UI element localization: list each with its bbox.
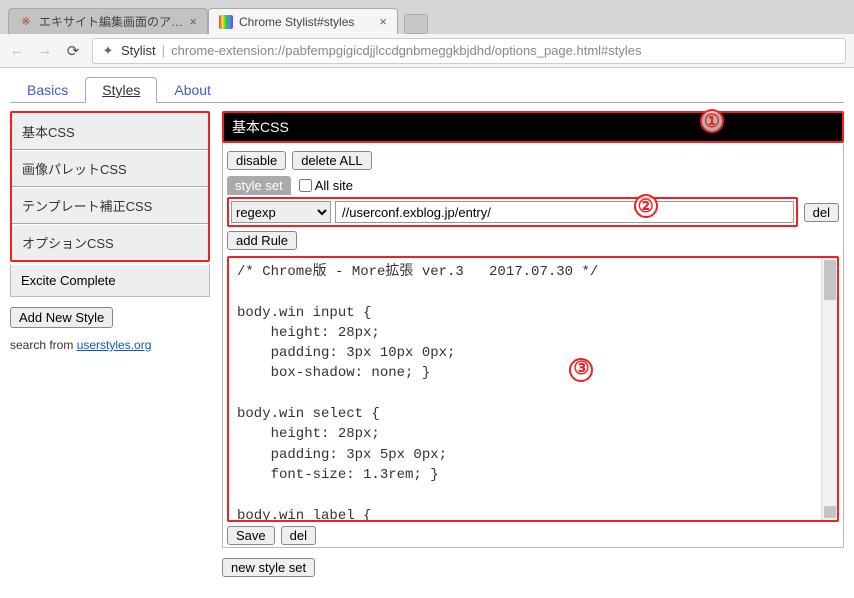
sidebar-item-1[interactable]: 画像パレットCSS: [12, 150, 208, 187]
sidebar-item-2[interactable]: テンプレート補正CSS: [12, 187, 208, 224]
nav-bar: ← → ⟳ ✦ Stylist | chrome-extension://pab…: [0, 34, 854, 68]
all-site-checkbox[interactable]: [299, 179, 312, 192]
forward-icon[interactable]: →: [36, 42, 54, 60]
editor-panel: 基本CSS ① disable delete ALL style set All…: [222, 111, 844, 577]
del-button[interactable]: del: [281, 526, 316, 545]
search-prefix: search from: [10, 338, 77, 352]
userstyles-link[interactable]: userstyles.org: [77, 338, 152, 352]
sidebar: 基本CSS 画像パレットCSS テンプレート補正CSS オプションCSS Exc…: [10, 111, 210, 577]
rule-input[interactable]: [335, 201, 794, 223]
close-icon[interactable]: ×: [379, 14, 387, 29]
rule-type-select[interactable]: regexp: [231, 201, 331, 223]
all-site-label: All site: [315, 178, 353, 193]
new-style-set-button[interactable]: new style set: [222, 558, 315, 577]
save-button[interactable]: Save: [227, 526, 275, 545]
disable-button[interactable]: disable: [227, 151, 286, 170]
code-text: /* Chrome版 - More拡張 ver.3 2017.07.30 */ …: [237, 264, 598, 522]
browser-tab-0[interactable]: ※ エキサイト編集画面のアレン ×: [8, 8, 208, 34]
tab-basics[interactable]: Basics: [10, 77, 85, 103]
top-tabs: Basics Styles About: [10, 76, 844, 103]
annotation-1: ①: [700, 109, 724, 133]
main-area: 基本CSS 画像パレットCSS テンプレート補正CSS オプションCSS Exc…: [10, 111, 844, 577]
all-site-checkbox-wrap[interactable]: All site: [299, 178, 353, 193]
reload-icon[interactable]: ⟳: [64, 42, 82, 60]
sidebar-item-excite[interactable]: Excite Complete: [10, 264, 210, 297]
rule-box: regexp ②: [227, 197, 798, 227]
scroll-corner: [824, 506, 836, 518]
tab-styles[interactable]: Styles: [85, 77, 157, 103]
style-title-bar: 基本CSS ①: [222, 111, 844, 143]
url-title: Stylist: [121, 43, 156, 58]
title-buttons: disable delete ALL: [227, 151, 839, 170]
chrome-header: ※ エキサイト編集画面のアレン × Chrome Stylist#styles …: [0, 0, 854, 68]
search-userstyles: search from userstyles.org: [10, 338, 210, 352]
page-body: Basics Styles About 基本CSS 画像パレットCSS テンプレ…: [0, 68, 854, 585]
url-separator: |: [162, 43, 165, 58]
tab-title: Chrome Stylist#styles: [239, 15, 373, 29]
add-rule-button[interactable]: add Rule: [227, 231, 297, 250]
delete-all-button[interactable]: delete ALL: [292, 151, 371, 170]
back-icon[interactable]: ←: [8, 42, 26, 60]
style-set-label: style set: [227, 176, 291, 195]
tab-about[interactable]: About: [157, 77, 228, 103]
extension-icon: ✦: [101, 44, 115, 58]
omnibox[interactable]: ✦ Stylist | chrome-extension://pabfempgi…: [92, 38, 846, 64]
browser-tab-1[interactable]: Chrome Stylist#styles ×: [208, 8, 398, 34]
annotation-3: ③: [569, 358, 593, 382]
favicon-icon: ※: [19, 15, 33, 29]
style-list: 基本CSS 画像パレットCSS テンプレート補正CSS オプションCSS: [10, 111, 210, 262]
rule-del-button[interactable]: del: [804, 203, 839, 222]
rule-row: regexp ② del: [227, 197, 839, 227]
url-path: chrome-extension://pabfempgigicdjjlccdgn…: [171, 43, 641, 58]
sidebar-item-0[interactable]: 基本CSS: [12, 113, 208, 150]
code-editor[interactable]: /* Chrome版 - More拡張 ver.3 2017.07.30 */ …: [227, 256, 839, 522]
tab-strip: ※ エキサイト編集画面のアレン × Chrome Stylist#styles …: [0, 0, 854, 34]
code-scrollbar[interactable]: [821, 258, 837, 520]
new-tab-button[interactable]: [404, 14, 428, 34]
scroll-thumb[interactable]: [824, 260, 836, 300]
style-set-bar: style set All site: [227, 176, 839, 195]
style-title: 基本CSS: [232, 119, 289, 135]
favicon-icon: [219, 15, 233, 29]
tab-title: エキサイト編集画面のアレン: [39, 13, 183, 30]
close-icon[interactable]: ×: [189, 14, 197, 29]
add-new-style-button[interactable]: Add New Style: [10, 307, 113, 328]
sidebar-item-3[interactable]: オプションCSS: [12, 224, 208, 260]
